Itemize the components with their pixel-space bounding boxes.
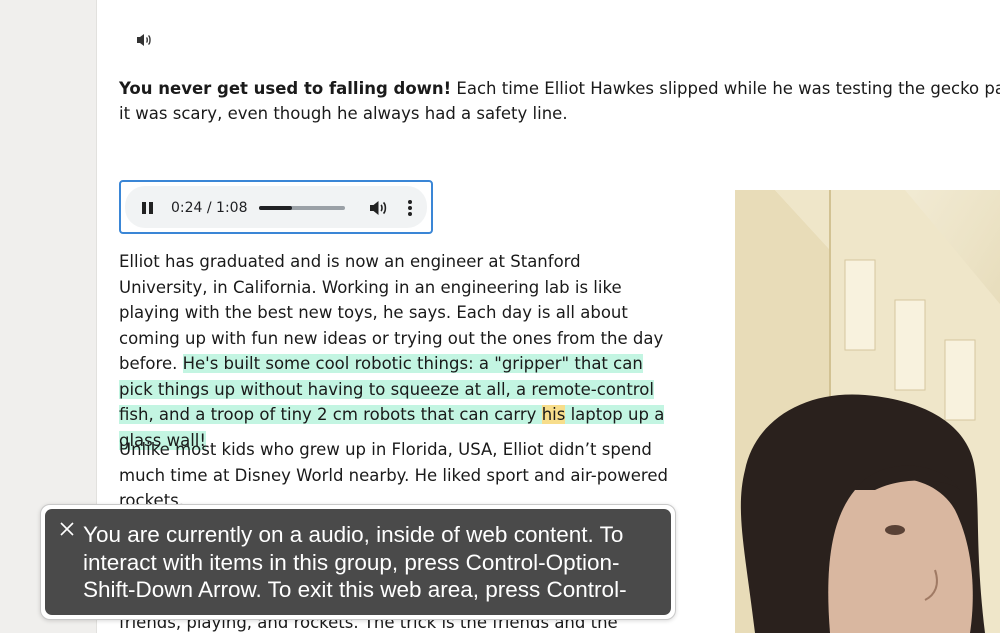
paragraph-florida: Unlike most kids who grew up in Florida,… [119,440,668,510]
elliot-portrait-photo [735,190,1000,633]
audio-time: 0:24 / 1:08 [171,200,248,216]
highlighted-sentence: He's built some cool robotic things: a "… [119,354,665,450]
audio-player[interactable]: 0:24 / 1:08 [119,180,433,234]
volume-icon[interactable] [367,197,389,219]
more-dot [408,212,412,216]
pause-button[interactable] [139,199,157,217]
speaker-icon[interactable] [135,30,155,50]
highlighted-word: his [541,405,566,424]
voiceover-caption-body: You are currently on a audio, inside of … [45,509,671,615]
close-icon[interactable] [59,521,75,537]
intro-paragraph: You never get used to falling down! Each… [119,76,1000,126]
voiceover-caption-panel: You are currently on a audio, inside of … [40,504,676,620]
pause-icon [142,202,146,214]
paragraph-graduated: Elliot has graduated and is now an engin… [119,249,671,453]
audio-progress-slider[interactable] [259,206,345,210]
portrait-image [735,190,1000,633]
audio-progress-fill [259,206,292,210]
pause-icon-bar [149,202,153,214]
intro-bold-text: You never get used to falling down! [119,79,452,98]
more-dot [408,200,412,204]
audio-controls: 0:24 / 1:08 [125,186,427,228]
more-dot [408,206,412,210]
more-options-icon[interactable] [405,197,415,219]
voiceover-caption-text: You are currently on a audio, inside of … [83,522,627,602]
